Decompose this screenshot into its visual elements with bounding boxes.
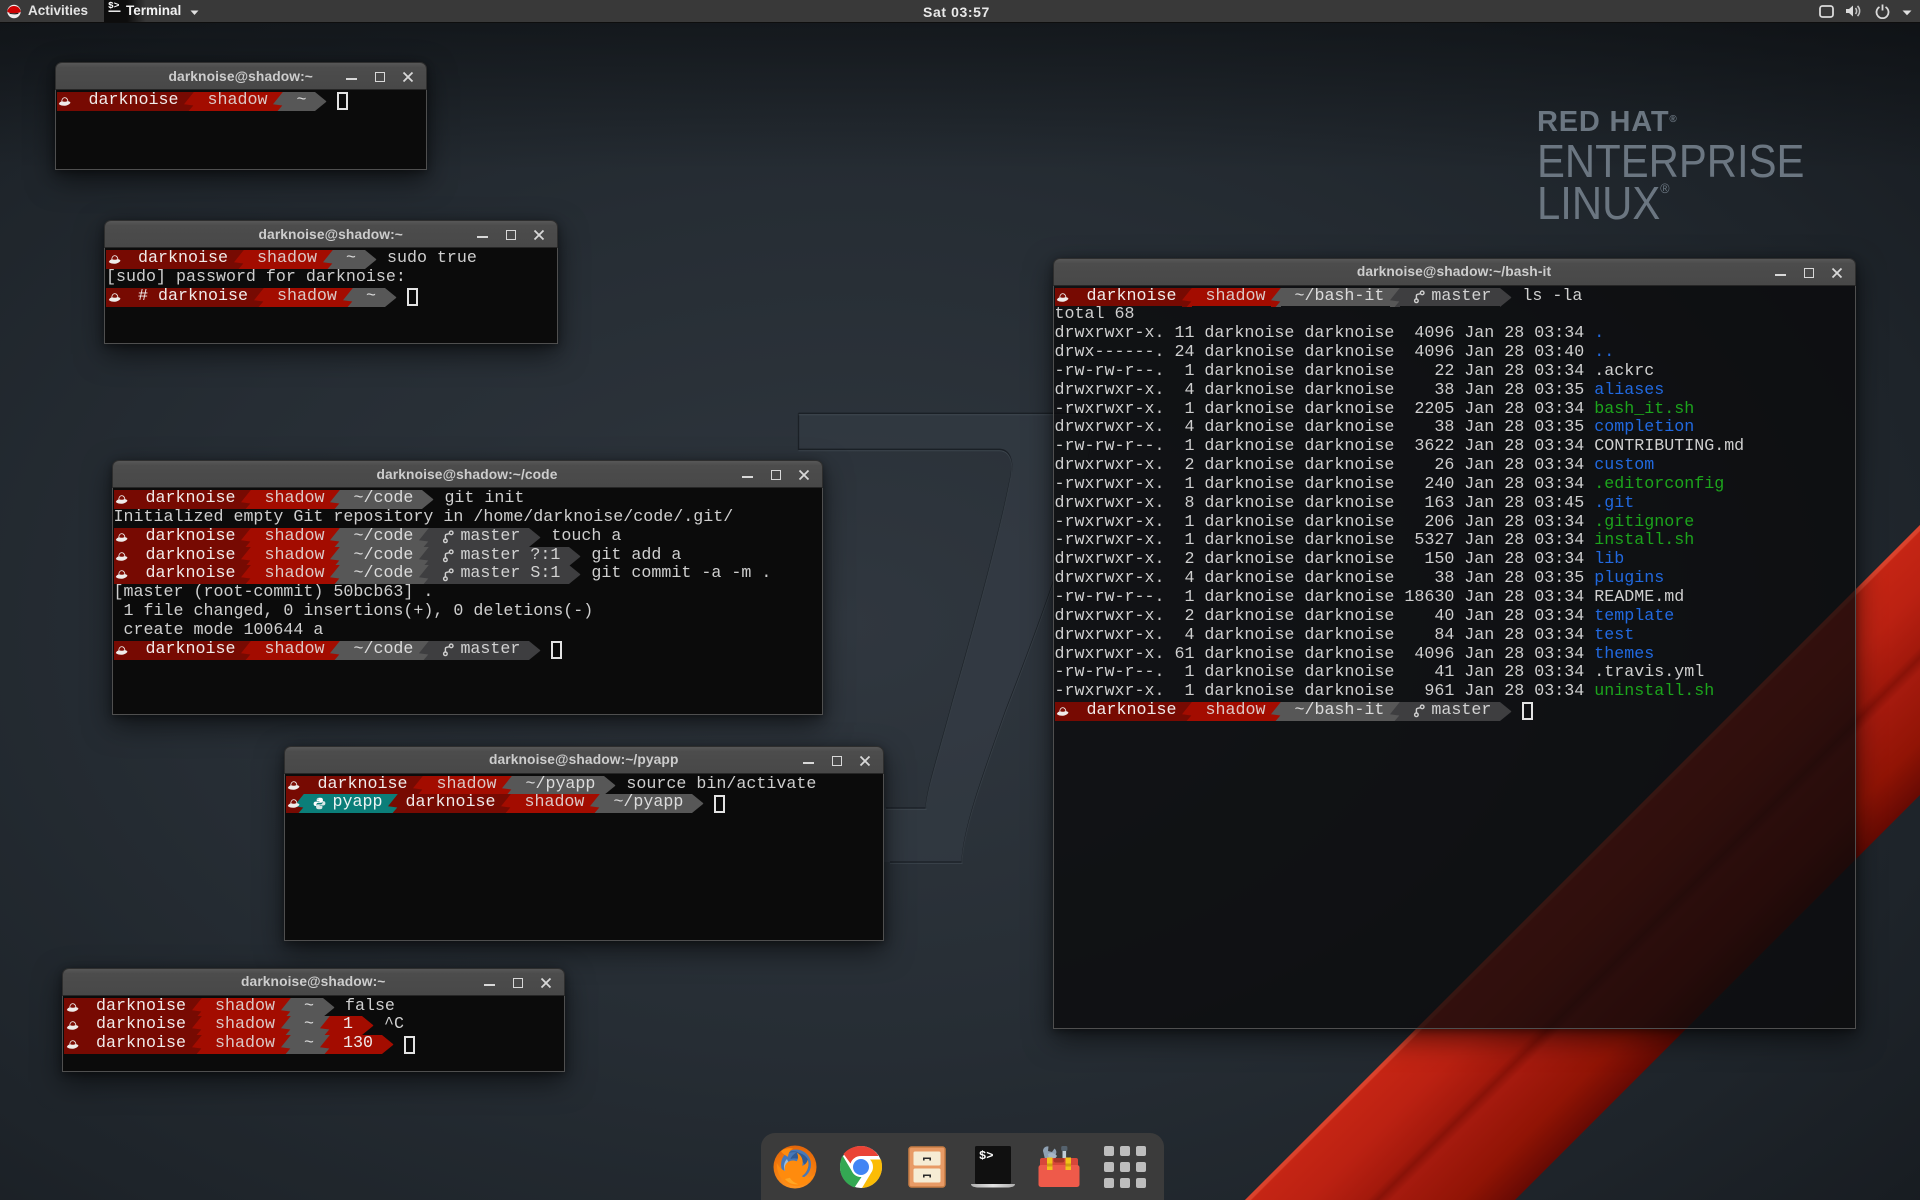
svg-text:$>: $> <box>979 1149 993 1163</box>
svg-text:$>: $> <box>108 0 120 11</box>
